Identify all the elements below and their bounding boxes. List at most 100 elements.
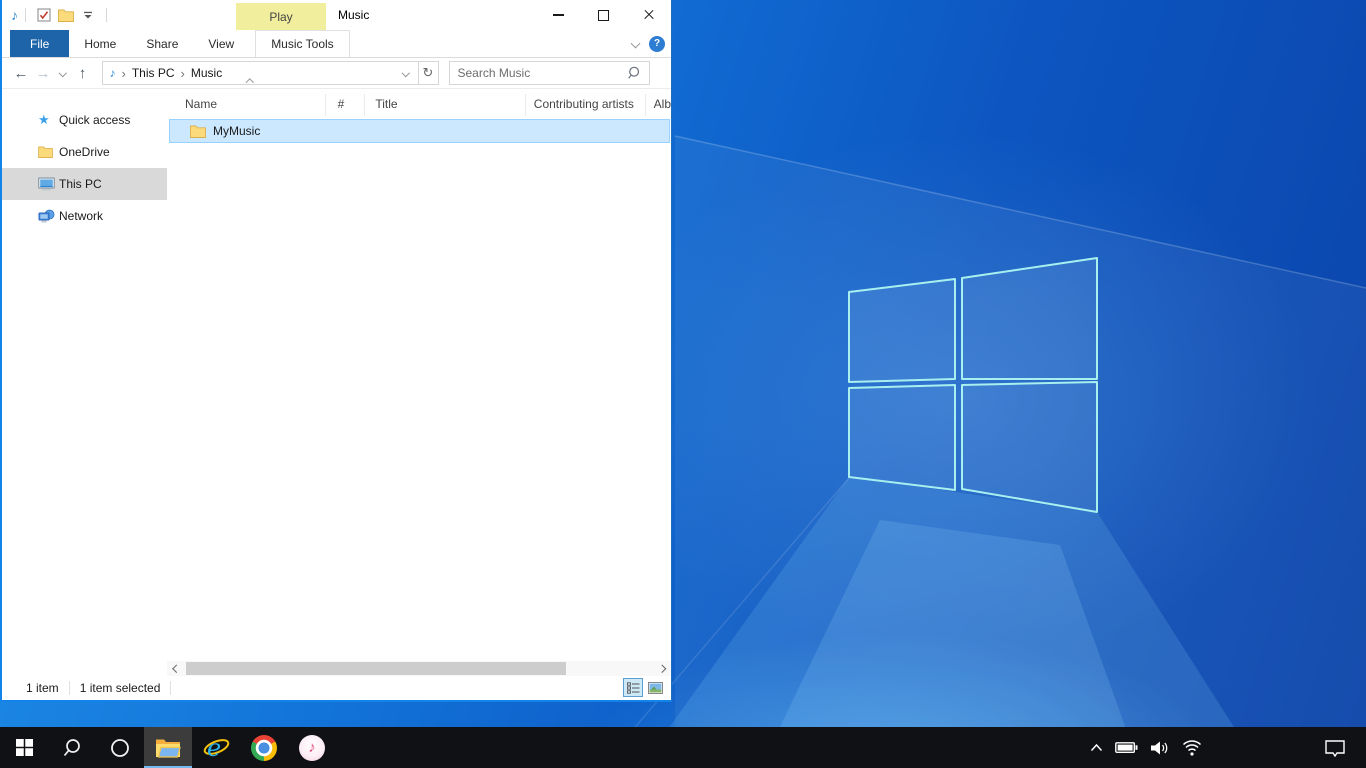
back-button[interactable]: ← bbox=[10, 65, 32, 82]
status-item-count: 1 item bbox=[26, 681, 59, 695]
file-name: MyMusic bbox=[213, 124, 260, 138]
column-header-name[interactable]: Name bbox=[167, 94, 326, 116]
checkbox-icon bbox=[37, 8, 51, 22]
tab-file[interactable]: File bbox=[10, 30, 69, 57]
file-row-mymusic[interactable]: MyMusic bbox=[169, 119, 670, 143]
file-explorer-icon bbox=[155, 737, 181, 758]
titlebar[interactable]: ♪ Play bbox=[2, 0, 671, 30]
column-label: Name bbox=[185, 97, 217, 111]
address-bar[interactable]: ♪ › This PC › Music bbox=[102, 61, 419, 85]
tab-home[interactable]: Home bbox=[69, 30, 131, 57]
sidebar-item-label: OneDrive bbox=[59, 145, 110, 159]
taskbar-file-explorer-button[interactable] bbox=[144, 727, 192, 768]
search-icon bbox=[628, 66, 642, 80]
qat-new-folder-button[interactable] bbox=[55, 4, 77, 26]
ribbon-tabs: File Home Share View Music Tools ? bbox=[2, 30, 671, 58]
navigation-toolbar: ← → ↑ ♪ › This PC › Music ↻ bbox=[2, 58, 671, 89]
file-list: Name # Title Contributing artists Alb My… bbox=[167, 88, 671, 676]
scroll-right-icon[interactable] bbox=[657, 664, 665, 672]
search-input[interactable] bbox=[450, 66, 628, 80]
search-box[interactable] bbox=[449, 61, 650, 85]
breadcrumb-separator-icon: › bbox=[122, 66, 126, 81]
window-title: Music bbox=[338, 0, 369, 30]
itunes-icon: ♪ bbox=[299, 735, 325, 761]
breadcrumb-this-pc[interactable]: This PC bbox=[132, 66, 175, 80]
status-selection: 1 item selected bbox=[80, 681, 161, 695]
play-tab-label: Play bbox=[269, 10, 292, 24]
battery-indicator[interactable] bbox=[1115, 741, 1138, 754]
column-headers: Name # Title Contributing artists Alb bbox=[167, 88, 671, 116]
tab-music-tools[interactable]: Music Tools bbox=[255, 30, 349, 57]
volume-indicator[interactable] bbox=[1150, 740, 1170, 756]
status-bar: 1 item 1 item selected bbox=[2, 676, 671, 700]
status-separator bbox=[170, 681, 171, 695]
sidebar-item-label: This PC bbox=[59, 177, 102, 191]
minimize-button[interactable] bbox=[536, 0, 581, 30]
sidebar-item-label: Network bbox=[59, 209, 103, 223]
help-button[interactable]: ? bbox=[649, 36, 665, 52]
scrollbar-thumb[interactable] bbox=[186, 662, 566, 675]
battery-icon bbox=[1115, 741, 1138, 754]
expand-ribbon-icon[interactable] bbox=[631, 39, 641, 49]
itunes-button[interactable]: ♪ bbox=[288, 727, 336, 768]
start-button[interactable] bbox=[0, 727, 48, 768]
sidebar-item-onedrive[interactable]: OneDrive bbox=[2, 136, 167, 168]
column-header-number[interactable]: # bbox=[326, 94, 366, 116]
desktop: ♪ Play bbox=[0, 0, 1366, 768]
windows-logo-icon bbox=[16, 739, 33, 756]
sidebar-item-this-pc[interactable]: This PC bbox=[2, 168, 167, 200]
details-view-button[interactable] bbox=[623, 678, 643, 697]
folder-icon bbox=[190, 125, 206, 138]
address-dropdown-icon[interactable] bbox=[402, 69, 410, 77]
folder-icon bbox=[38, 146, 53, 158]
window-body: ★ Quick access OneDrive bbox=[2, 88, 671, 676]
breadcrumb-music[interactable]: Music bbox=[191, 66, 222, 80]
recent-locations-icon[interactable] bbox=[59, 69, 67, 77]
breadcrumb-separator-icon: › bbox=[181, 66, 185, 81]
app-music-note-icon: ♪ bbox=[11, 0, 18, 30]
large-icons-view-button[interactable] bbox=[645, 678, 665, 697]
thumbnail-view-icon bbox=[648, 682, 663, 694]
column-header-album[interactable]: Alb bbox=[646, 94, 671, 116]
close-icon bbox=[643, 9, 655, 21]
qat-properties-button[interactable] bbox=[33, 4, 55, 26]
tab-view[interactable]: View bbox=[193, 30, 249, 57]
up-button[interactable]: ↑ bbox=[72, 65, 94, 82]
scroll-left-icon[interactable] bbox=[173, 664, 181, 672]
chrome-button[interactable] bbox=[240, 727, 288, 768]
cortana-button[interactable] bbox=[96, 727, 144, 768]
titlebar-separator bbox=[106, 8, 107, 22]
column-header-contributing-artists[interactable]: Contributing artists bbox=[526, 94, 646, 116]
tab-share[interactable]: Share bbox=[131, 30, 193, 57]
search-icon bbox=[62, 738, 82, 758]
refresh-button[interactable]: ↻ bbox=[419, 61, 439, 85]
column-label: # bbox=[338, 97, 345, 111]
maximize-button[interactable] bbox=[581, 0, 626, 30]
horizontal-scrollbar[interactable] bbox=[167, 661, 671, 676]
tab-play[interactable]: Play bbox=[236, 3, 326, 30]
folder-icon bbox=[58, 9, 74, 22]
details-view-icon bbox=[627, 682, 640, 694]
view-toggles bbox=[623, 678, 665, 697]
hidden-icons-button[interactable] bbox=[1090, 743, 1103, 752]
location-music-note-icon: ♪ bbox=[110, 66, 116, 80]
qat-customize-dropdown[interactable] bbox=[77, 4, 99, 26]
minimize-icon bbox=[553, 14, 564, 16]
cortana-circle-icon bbox=[110, 738, 130, 758]
action-center-icon bbox=[1324, 739, 1346, 757]
internet-explorer-button[interactable]: e bbox=[192, 727, 240, 768]
sidebar: ★ Quick access OneDrive bbox=[2, 88, 167, 676]
sidebar-item-quick-access[interactable]: ★ Quick access bbox=[2, 104, 167, 136]
forward-button[interactable]: → bbox=[32, 65, 54, 82]
system-tray bbox=[1084, 727, 1366, 768]
column-header-title[interactable]: Title bbox=[365, 94, 525, 116]
sidebar-item-network[interactable]: Network bbox=[2, 200, 167, 232]
toolbar-dropdown-icon bbox=[83, 11, 93, 20]
close-button[interactable] bbox=[626, 0, 671, 30]
taskbar-search-button[interactable] bbox=[48, 727, 96, 768]
caption-buttons bbox=[536, 0, 671, 30]
action-center-button[interactable] bbox=[1324, 739, 1346, 757]
network-indicator[interactable] bbox=[1182, 740, 1202, 756]
svg-text:e: e bbox=[207, 734, 221, 761]
monitor-icon bbox=[38, 177, 55, 191]
